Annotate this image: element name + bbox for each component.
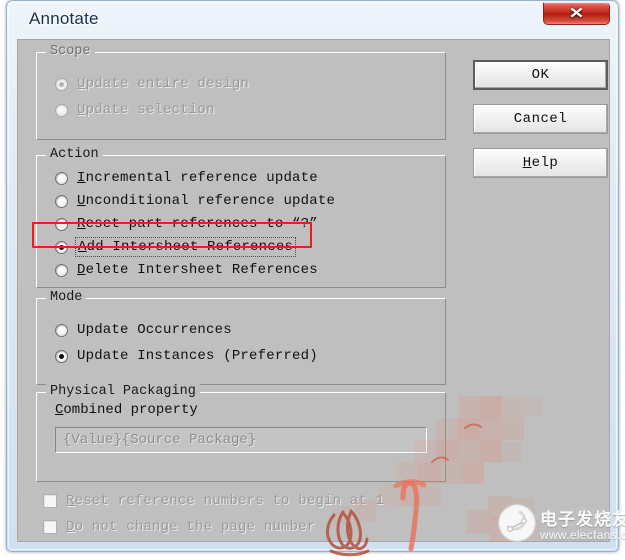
radio-indicator bbox=[55, 349, 68, 363]
checkbox-label: Reset reference numbers to begin at 1 bbox=[66, 493, 385, 509]
radio-delete-intersheet-references[interactable]: Delete Intersheet References bbox=[55, 261, 318, 279]
radio-add-intersheet-references[interactable]: Add Intersheet References bbox=[55, 237, 297, 257]
radio-reset-part-references[interactable]: Reset part references to “?” bbox=[55, 215, 318, 233]
radio-incremental-reference-update[interactable]: Incremental reference update bbox=[55, 169, 318, 187]
checkbox-indicator bbox=[43, 520, 57, 534]
radio-label: Incremental reference update bbox=[77, 170, 318, 186]
radio-indicator bbox=[55, 217, 68, 231]
radio-unconditional-reference-update[interactable]: Unconditional reference update bbox=[55, 192, 335, 210]
mode-group: Mode Update Occurrences Update Instances… bbox=[36, 290, 446, 385]
title-bar: Annotate ✕ bbox=[7, 1, 620, 41]
dialog-client-area: Scope Update entire design Update select… bbox=[17, 39, 610, 542]
combined-property-input[interactable]: {Value}{Source Package} bbox=[55, 427, 427, 453]
action-group: Action Incremental reference update Unco… bbox=[36, 147, 446, 288]
radio-label: Update entire design bbox=[77, 76, 250, 92]
scope-legend: Scope bbox=[46, 44, 95, 59]
radio-indicator bbox=[55, 77, 68, 91]
combined-property-label: Combined property bbox=[55, 402, 198, 418]
radio-indicator bbox=[55, 103, 68, 117]
radio-label: Unconditional reference update bbox=[77, 193, 336, 209]
close-button[interactable]: ✕ bbox=[543, 2, 610, 25]
radio-label: Update selection bbox=[77, 102, 215, 118]
radio-indicator bbox=[55, 240, 68, 254]
help-button[interactable]: Help bbox=[473, 148, 608, 178]
radio-label: Delete Intersheet References bbox=[77, 262, 318, 278]
radio-label: Update Occurrences bbox=[77, 322, 232, 338]
window-title: Annotate bbox=[29, 9, 99, 28]
radio-update-occurrences[interactable]: Update Occurrences bbox=[55, 321, 232, 339]
radio-label: Update Instances (Preferred) bbox=[77, 348, 318, 364]
scope-group: Scope Update entire design Update select… bbox=[36, 44, 446, 140]
radio-update-instances[interactable]: Update Instances (Preferred) bbox=[55, 347, 318, 365]
screenshot-root: Annotate ✕ Scope Update entire design Up… bbox=[0, 0, 625, 560]
physical-packaging-legend: Physical Packaging bbox=[46, 384, 200, 399]
radio-update-selection: Update selection bbox=[55, 101, 215, 119]
mode-legend: Mode bbox=[46, 290, 87, 305]
ok-button[interactable]: OK bbox=[473, 60, 608, 90]
checkbox-indicator bbox=[43, 494, 57, 508]
checkbox-label: Do not change the page number bbox=[66, 519, 316, 535]
radio-indicator bbox=[55, 194, 68, 208]
physical-packaging-group: Physical Packaging Combined property {Va… bbox=[36, 384, 446, 482]
radio-label: Add Intersheet References bbox=[74, 237, 297, 257]
checkbox-do-not-change-page-number: Do not change the page number bbox=[43, 518, 315, 536]
radio-label: Reset part references to “?” bbox=[77, 216, 318, 232]
action-legend: Action bbox=[46, 147, 103, 162]
radio-update-entire-design: Update entire design bbox=[55, 75, 249, 93]
radio-indicator bbox=[55, 323, 68, 337]
dialog-window: Annotate ✕ Scope Update entire design Up… bbox=[6, 0, 619, 552]
cancel-button[interactable]: Cancel bbox=[473, 104, 608, 134]
close-icon: ✕ bbox=[568, 5, 585, 22]
checkbox-reset-reference-numbers: Reset reference numbers to begin at 1 bbox=[43, 492, 384, 510]
radio-indicator bbox=[55, 171, 68, 185]
radio-indicator bbox=[55, 263, 68, 277]
